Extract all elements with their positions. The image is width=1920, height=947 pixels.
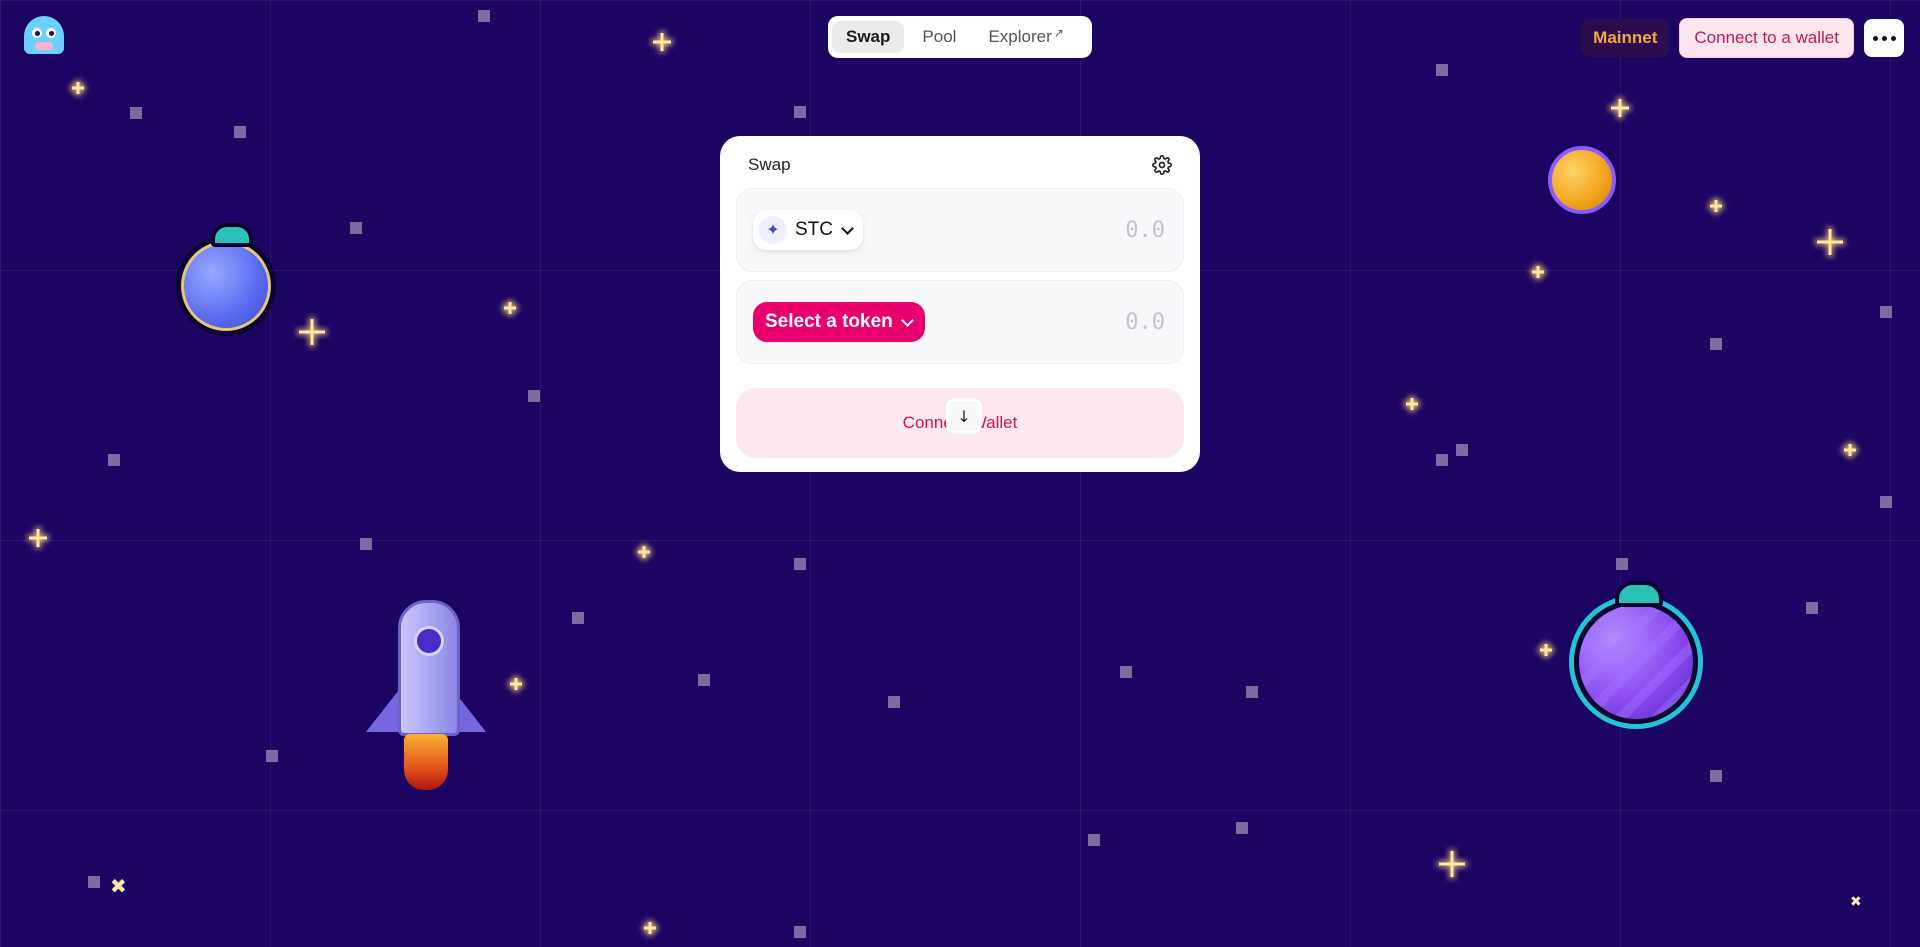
pixel-dot <box>1088 834 1100 846</box>
chevron-down-icon <box>841 224 853 236</box>
pixel-dot <box>1806 602 1818 614</box>
pixel-dot <box>1880 306 1892 318</box>
tab-swap[interactable]: Swap <box>832 21 905 53</box>
pixel-dot <box>234 126 246 138</box>
connect-wallet-label: Connect to a wallet <box>1694 28 1839 47</box>
select-token-button[interactable]: Select a token <box>753 302 925 342</box>
more-horizontal-icon <box>1872 35 1878 41</box>
pixel-dot <box>794 106 806 118</box>
external-link-icon: ↗ <box>1053 26 1064 40</box>
sparkle-star <box>510 678 522 690</box>
input-token-select[interactable]: ✦ STC <box>753 210 863 250</box>
pixel-dot <box>1710 770 1722 782</box>
orange-planet-illustration <box>1548 146 1616 214</box>
pixel-dot <box>1616 558 1628 570</box>
pixel-dot <box>1120 666 1132 678</box>
sparkle-star <box>1540 644 1552 656</box>
pixel-dot <box>1456 444 1468 456</box>
sparkle-star <box>638 546 650 558</box>
connect-wallet-button[interactable]: Connect to a wallet <box>1679 18 1854 58</box>
input-amount-field[interactable] <box>1023 216 1167 244</box>
pixel-dot <box>130 107 142 119</box>
pixel-dot <box>1710 338 1722 350</box>
arrow-down-icon[interactable]: ↓ <box>946 398 982 434</box>
swap-card-header: Swap <box>736 154 1184 176</box>
ghost-logo-icon[interactable] <box>24 16 64 54</box>
tab-explorer-label: Explorer <box>988 27 1052 46</box>
swap-title: Swap <box>748 155 791 174</box>
pixel-dot <box>794 926 806 938</box>
output-token-panel: Select a token <box>736 280 1184 364</box>
input-token-panel: ✦ STC <box>736 188 1184 272</box>
pixel-dot <box>888 696 900 708</box>
sparkle-star <box>504 302 516 314</box>
pixel-dot <box>698 674 710 686</box>
pixel-dot <box>794 558 806 570</box>
sparkle-star <box>299 319 325 345</box>
pixel-dot <box>266 750 278 762</box>
sparkle-star <box>1439 851 1465 877</box>
sparkle-star <box>72 82 84 94</box>
output-amount-field[interactable] <box>1023 308 1167 336</box>
sparkle-star <box>1710 200 1722 212</box>
pixel-dot <box>1436 454 1448 466</box>
network-badge[interactable]: Mainnet <box>1581 19 1670 57</box>
pixel-dot <box>572 612 584 624</box>
purple-planet-illustration <box>1574 581 1698 724</box>
pixel-dot <box>528 390 540 402</box>
sparkle-star <box>1611 99 1629 117</box>
pixel-dot <box>1246 686 1258 698</box>
chevron-down-icon <box>901 316 913 328</box>
network-label: Mainnet <box>1593 28 1658 47</box>
pixel-dot <box>360 538 372 550</box>
sparkle-star <box>1817 229 1843 255</box>
pixel-dot <box>478 10 490 22</box>
sparkle-star <box>1406 398 1418 410</box>
tab-pool-label: Pool <box>922 27 957 46</box>
sparkle-star <box>1844 444 1856 456</box>
rocket-illustration <box>364 600 488 796</box>
pixel-dot <box>1436 64 1448 76</box>
pixel-dot <box>88 876 100 888</box>
pixel-dot <box>350 222 362 234</box>
header-actions: Mainnet Connect to a wallet <box>1581 18 1904 58</box>
sparkle-star <box>29 529 47 547</box>
swap-card: Swap ✦ STC ↓ Select a token Connect Wall… <box>720 136 1200 472</box>
input-token-symbol: STC <box>795 219 833 240</box>
more-options-button[interactable] <box>1864 19 1904 57</box>
tab-explorer[interactable]: Explorer ↗ <box>974 21 1077 53</box>
sparkle-star <box>653 33 671 51</box>
stc-token-icon: ✦ <box>759 216 787 244</box>
tab-pool[interactable]: Pool <box>908 21 970 53</box>
tab-swap-label: Swap <box>846 27 891 46</box>
sparkle-star <box>644 922 656 934</box>
blue-planet-illustration <box>176 223 276 336</box>
main-nav: Swap Pool Explorer ↗ <box>828 16 1092 58</box>
pixel-dot <box>108 454 120 466</box>
pixel-cross-icon: ✖ <box>1850 894 1862 910</box>
sparkle-star <box>1532 266 1544 278</box>
pixel-dot <box>1880 496 1892 508</box>
pixel-dot <box>1236 822 1248 834</box>
pixel-cross-icon: ✖ <box>110 874 127 898</box>
gear-icon[interactable] <box>1152 155 1172 175</box>
select-token-label: Select a token <box>765 311 893 332</box>
